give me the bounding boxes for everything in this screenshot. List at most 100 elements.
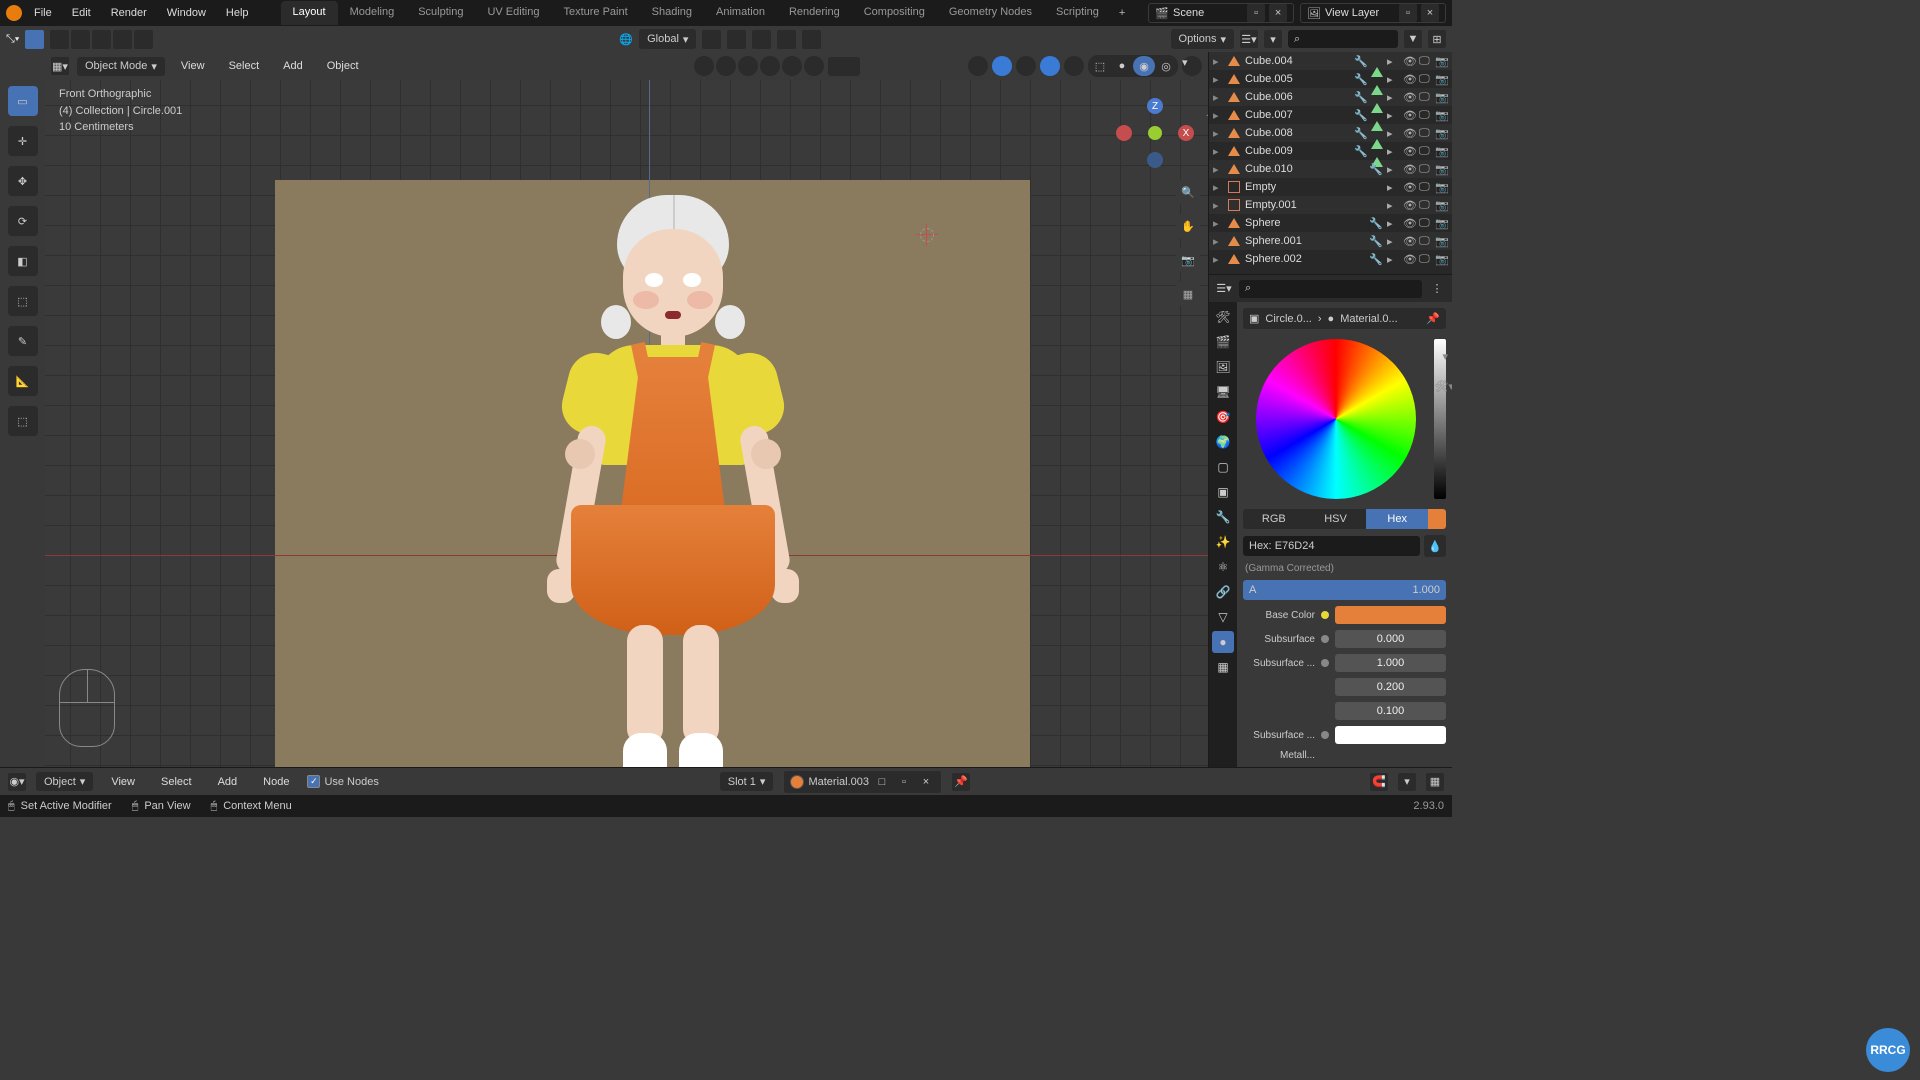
expand-arrow-icon[interactable]: ▸ [1213, 217, 1223, 230]
menu-render[interactable]: Render [103, 3, 155, 23]
expand-arrow-icon[interactable]: ▸ [1213, 91, 1223, 104]
proportional-toggle[interactable] [777, 30, 796, 49]
workspace-tab-geonodes[interactable]: Geometry Nodes [937, 1, 1044, 25]
render-icon[interactable]: 📷 [1435, 145, 1448, 158]
workspace-tab-modeling[interactable]: Modeling [338, 1, 407, 25]
expand-arrow-icon[interactable]: ▸ [1213, 73, 1223, 86]
expand-arrow-icon[interactable]: ▸ [1213, 109, 1223, 122]
viewport-icon[interactable]: 🖵 [1419, 253, 1432, 266]
eye-icon[interactable]: 👁 [1403, 199, 1416, 212]
eye-icon[interactable]: 👁 [1403, 73, 1416, 86]
pivot-dropdown[interactable] [702, 30, 721, 49]
prop-tab-physics[interactable]: ⚛ [1212, 556, 1234, 578]
outliner-item[interactable]: ▸Cube.004🔧▸👁🖵📷 [1209, 52, 1452, 70]
eye-icon[interactable]: 👁 [1403, 217, 1416, 230]
subsurface-color-swatch[interactable] [1335, 726, 1446, 744]
node-select-menu[interactable]: Select [153, 772, 200, 792]
pointer-icon[interactable]: ▸ [1387, 253, 1400, 266]
prop-tab-material[interactable]: ● [1212, 631, 1234, 653]
show-gizmo-toggle[interactable] [716, 56, 736, 76]
workspace-tab-rendering[interactable]: Rendering [777, 1, 852, 25]
select-new-icon[interactable] [50, 30, 69, 49]
alpha-slider[interactable]: A 1.000 [1243, 580, 1446, 600]
viewport-select-menu[interactable]: Select [221, 56, 268, 76]
color-wheel[interactable] [1256, 339, 1416, 499]
scene-selector[interactable]: 🎬 ▫ × [1148, 3, 1294, 23]
camera-view-widget[interactable]: 📷 [1176, 248, 1200, 272]
viewport-icon[interactable]: 🖵 [1419, 73, 1432, 86]
subsurface-radius-g[interactable]: 0.200 [1335, 678, 1446, 696]
viewport-icon[interactable]: 🖵 [1419, 235, 1432, 248]
eye-icon[interactable]: 👁 [1403, 145, 1416, 158]
node-editor-type[interactable]: ◉▾ [8, 773, 26, 791]
mat-pin-button[interactable]: 📌 [952, 773, 970, 791]
viewlayer-selector[interactable]: 🖼 ▫ × [1300, 3, 1446, 23]
properties-editor-type[interactable]: ☰▾ [1215, 280, 1233, 298]
eye-icon[interactable]: 👁 [1403, 163, 1416, 176]
n-panel-toggle[interactable]: ◀ [1206, 110, 1208, 121]
outliner-item[interactable]: ▸Cube.010🔧▸👁🖵📷 [1209, 160, 1452, 178]
select-subtract-icon[interactable] [92, 30, 111, 49]
node-add-menu[interactable]: Add [210, 772, 246, 792]
gizmo-z-axis[interactable]: Z [1147, 98, 1163, 114]
pointer-icon[interactable]: ▸ [1387, 145, 1400, 158]
eye-icon[interactable]: 👁 [1403, 235, 1416, 248]
viewport-icon[interactable]: 🖵 [1419, 91, 1432, 104]
orientation-dropdown[interactable]: Global▾ [639, 29, 696, 49]
panel-tool-icon[interactable]: 🛠▾ [1435, 380, 1453, 393]
prop-tab-tool[interactable]: 🛠 [1212, 306, 1234, 328]
subsurface-radius-b[interactable]: 0.100 [1335, 702, 1446, 720]
rotate-tool[interactable]: ⟳ [8, 206, 38, 236]
viewport-add-menu[interactable]: Add [275, 56, 311, 76]
snap-toggle[interactable] [727, 30, 746, 49]
workspace-tab-animation[interactable]: Animation [704, 1, 777, 25]
viewport-icon[interactable]: 🖵 [1419, 181, 1432, 194]
prop-tab-particles[interactable]: ✨ [1212, 531, 1234, 553]
subsurface-dot-icon[interactable] [1321, 635, 1329, 643]
overlay-toggle-2[interactable] [1040, 56, 1060, 76]
move-tool[interactable]: ✥ [8, 166, 38, 196]
workspace-add[interactable]: + [1111, 2, 1133, 24]
pointer-icon[interactable]: ▸ [1387, 181, 1400, 194]
viewport-icon[interactable]: 🖵 [1419, 145, 1432, 158]
workspace-tab-shading[interactable]: Shading [640, 1, 704, 25]
overlay-toggle[interactable] [1016, 56, 1036, 76]
prop-tab-output[interactable]: 🖼 [1212, 356, 1234, 378]
select-extend-icon[interactable] [71, 30, 90, 49]
outliner-item[interactable]: ▸Sphere🔧▸👁🖵📷 [1209, 214, 1452, 232]
navigation-gizmo[interactable]: Z X [1120, 98, 1190, 168]
outliner-editor-type[interactable]: ☰▾ [1240, 30, 1258, 48]
select-invert-icon[interactable] [113, 30, 132, 49]
scene-delete-button[interactable]: × [1269, 4, 1287, 22]
pointer-icon[interactable]: ▸ [1387, 163, 1400, 176]
eye-icon[interactable]: 👁 [1403, 55, 1416, 68]
show-gizmo-dropdown[interactable] [738, 56, 758, 76]
outliner-item[interactable]: ▸Sphere.002🔧▸👁🖵📷 [1209, 250, 1452, 268]
node-snap-toggle[interactable]: 🧲 [1370, 773, 1388, 791]
expand-arrow-icon[interactable]: ▸ [1213, 253, 1223, 266]
render-icon[interactable]: 📷 [1435, 91, 1448, 104]
render-icon[interactable]: 📷 [1435, 235, 1448, 248]
prop-tab-texture[interactable]: ▦ [1212, 656, 1234, 678]
eye-icon[interactable]: 👁 [1403, 109, 1416, 122]
outliner-item[interactable]: ▸Sphere.001🔧▸👁🖵📷 [1209, 232, 1452, 250]
add-cube-tool[interactable]: ⬚ [8, 406, 38, 436]
prop-tab-viewlayer[interactable]: 🖥 [1212, 381, 1234, 403]
select-intersect-icon[interactable] [134, 30, 153, 49]
properties-options[interactable]: ⋮ [1428, 280, 1446, 298]
material-slot-dropdown[interactable]: Slot 1▾ [720, 772, 774, 791]
subsurface-radius-dot-icon[interactable] [1321, 659, 1329, 667]
doll-model[interactable] [523, 195, 823, 767]
hex-input[interactable]: Hex: E76D24 [1243, 536, 1420, 556]
select-box-tool[interactable]: ▭ [8, 86, 38, 116]
expand-arrow-icon[interactable]: ▸ [1213, 127, 1223, 140]
editor-type-dropdown[interactable]: ▦▾ [51, 57, 69, 75]
prop-tab-constraints[interactable]: 🔗 [1212, 581, 1234, 603]
xray-overlay-toggle[interactable] [1064, 56, 1084, 76]
pointer-icon[interactable]: ▸ [1387, 73, 1400, 86]
workspace-tab-uv[interactable]: UV Editing [475, 1, 551, 25]
use-nodes-checkbox[interactable]: ✓Use Nodes [307, 775, 378, 788]
outliner-item[interactable]: ▸Cube.009🔧▸👁🖵📷 [1209, 142, 1452, 160]
eyedropper-button[interactable]: 💧 [1424, 535, 1446, 557]
node-object-dropdown[interactable]: Object▾ [36, 772, 93, 791]
